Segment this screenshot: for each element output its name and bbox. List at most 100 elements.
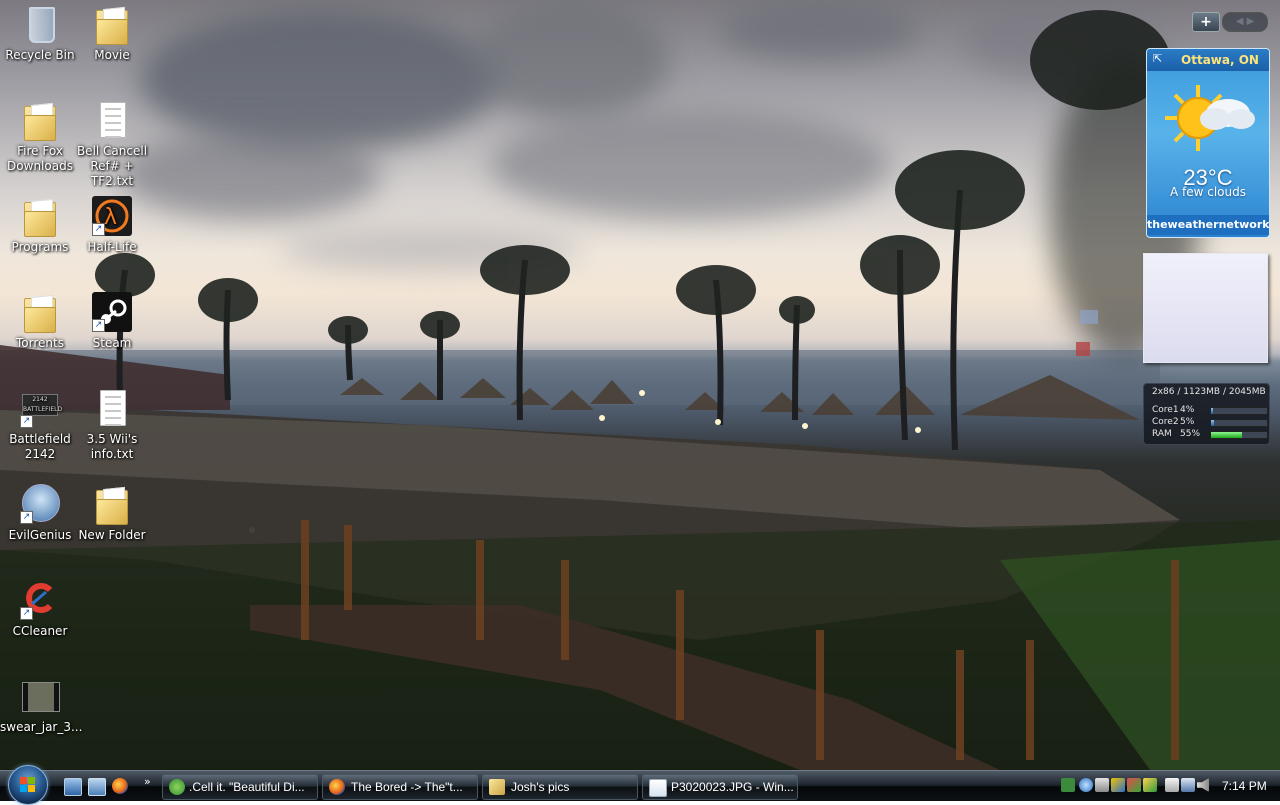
- shortcut-arrow-icon: ↗: [20, 511, 33, 524]
- gallery-icon[interactable]: [1143, 778, 1157, 792]
- meter-bar: [1210, 431, 1268, 439]
- desktop-icon-battlefield-2142[interactable]: 2142 BATTLEFIELD ↗ Battlefield 2142: [0, 388, 80, 462]
- notes-gadget[interactable]: [1143, 253, 1268, 363]
- meter-bar: [1210, 407, 1268, 415]
- desktop-icon-label: Programs: [11, 240, 69, 254]
- desktop-icon-label: Steam: [92, 336, 132, 350]
- update-icon[interactable]: [1079, 778, 1093, 792]
- meter-bar-fill: [1211, 408, 1214, 414]
- meter-bar: [1210, 419, 1268, 427]
- taskbar-button-label: P3020023.JPG - Win...: [671, 780, 794, 794]
- desktop-icon-steam[interactable]: ↗ Steam: [72, 292, 152, 351]
- firefox-icon: [329, 779, 345, 795]
- taskbar-button-label: .Cell it. "Beautiful Di...: [189, 780, 305, 794]
- weather-gadget[interactable]: ⇱ Ottawa, ON 23°C A few clouds theweathe…: [1146, 48, 1270, 238]
- meter-percent: 4%: [1180, 405, 1195, 415]
- text-file-icon: [100, 390, 126, 426]
- desktop-icon-bell-cancell-txt[interactable]: Bell Cancell Ref# + TF2.txt: [72, 100, 152, 189]
- add-gadget-button[interactable]: +: [1192, 12, 1220, 32]
- weather-provider-link[interactable]: theweathernetwork.com: [1147, 215, 1269, 235]
- network-status-icon[interactable]: [1181, 778, 1195, 792]
- taskbar-clock[interactable]: 7:14 PM: [1222, 779, 1267, 793]
- desktop-icon-label: 3.5 Wii's info.txt: [86, 432, 138, 461]
- recycle-bin-icon: [29, 7, 55, 43]
- desktop-icon-ccleaner[interactable]: ↗ CCleaner: [0, 580, 80, 639]
- system-meter-gadget[interactable]: 2x86 / 1123MB / 2045MB Core1 4% Core2 5%…: [1143, 383, 1270, 445]
- gadget-expand-icon[interactable]: ⇱: [1153, 52, 1167, 66]
- shortcut-arrow-icon: ↗: [20, 607, 33, 620]
- text-file-icon: [100, 102, 126, 138]
- sidebar-controls: + ◀ ▶: [1192, 12, 1268, 32]
- desktop-icon-label: Movie: [94, 48, 130, 62]
- taskbar-button-messenger[interactable]: .Cell it. "Beautiful Di...: [162, 774, 318, 800]
- volume-icon[interactable]: [1197, 778, 1209, 792]
- partly-cloudy-icon: [1163, 83, 1255, 153]
- video-thumbnail-icon: [22, 682, 60, 712]
- firefox-icon[interactable]: [112, 778, 128, 794]
- gadget-page-nav[interactable]: ◀ ▶: [1222, 12, 1268, 32]
- meter-row-core1: Core1 4%: [1152, 405, 1268, 416]
- folder-icon: [96, 10, 128, 45]
- svg-text:λ: λ: [104, 205, 117, 230]
- messenger-icon: [169, 779, 185, 795]
- desktop-icon-label: Battlefield 2142: [9, 432, 71, 461]
- shortcut-arrow-icon: ↗: [92, 223, 105, 236]
- shortcut-arrow-icon: ↗: [92, 319, 105, 332]
- desktop-icon-recycle-bin[interactable]: Recycle Bin: [0, 4, 80, 63]
- battlefield-icon: 2142 BATTLEFIELD: [22, 394, 62, 416]
- desktop-icon-evilgenius[interactable]: ↗ EvilGenius: [0, 484, 80, 543]
- meter-bar-fill: [1211, 420, 1214, 426]
- network-icon[interactable]: [1095, 778, 1109, 792]
- folder-icon: [24, 106, 56, 141]
- folder-icon: [24, 202, 56, 237]
- weather-header: ⇱ Ottawa, ON: [1147, 49, 1269, 71]
- security-icon[interactable]: [1111, 778, 1125, 792]
- desktop-icon-movie[interactable]: Movie: [72, 4, 152, 63]
- desktop-icon-label: swear_jar_3...: [0, 720, 83, 734]
- meter-row-core2: Core2 5%: [1152, 417, 1268, 428]
- checkmark-icon[interactable]: [1061, 778, 1075, 792]
- meter-percent: 5%: [1180, 417, 1195, 427]
- meter-summary: 2x86 / 1123MB / 2045MB: [1152, 387, 1266, 397]
- desktop-icon-label: New Folder: [78, 528, 146, 542]
- meter-percent: 55%: [1180, 429, 1201, 439]
- meter-label: Core1: [1152, 405, 1179, 415]
- show-desktop-icon[interactable]: [64, 778, 82, 796]
- desktop-icon-torrents[interactable]: Torrents: [0, 292, 80, 351]
- folder-icon: [96, 490, 128, 525]
- taskbar-button-photo-gallery[interactable]: P3020023.JPG - Win...: [642, 774, 798, 800]
- safely-remove-icon[interactable]: [1165, 778, 1179, 792]
- desktop-icon-label: CCleaner: [12, 624, 68, 638]
- shortcut-arrow-icon: ↗: [20, 415, 33, 428]
- desktop-icon-new-folder[interactable]: New Folder: [72, 484, 152, 543]
- taskbar-button-label: Josh's pics: [511, 780, 570, 794]
- taskbar: » .Cell it. "Beautiful Di... The Bored -…: [0, 765, 1280, 805]
- desktop-icon-label: EvilGenius: [8, 528, 72, 542]
- meter-label: RAM: [1152, 429, 1172, 439]
- windows-logo-icon: [20, 777, 36, 793]
- desktop-icon-label: Fire Fox Downloads: [7, 144, 73, 173]
- desktop-icon-swear-jar-video[interactable]: swear_jar_3...: [0, 676, 83, 735]
- quick-launch-more-button[interactable]: »: [144, 775, 151, 788]
- taskbar-button-joshs-pics[interactable]: Josh's pics: [482, 774, 638, 800]
- desktop-icon-half-life[interactable]: λ ↗ Half-Life: [72, 196, 152, 255]
- start-button[interactable]: [8, 765, 48, 805]
- taskbar-button-firefox[interactable]: The Bored -> The"t...: [322, 774, 478, 800]
- desktop-icon-label: Torrents: [16, 336, 64, 350]
- folder-icon: [489, 779, 505, 795]
- program-icon[interactable]: [1127, 778, 1141, 792]
- weather-condition: A few clouds: [1169, 185, 1246, 199]
- meter-bar-fill: [1211, 432, 1242, 438]
- desktop-icon-firefox-downloads[interactable]: Fire Fox Downloads: [0, 100, 80, 174]
- folder-icon: [24, 298, 56, 333]
- weather-city: Ottawa, ON: [1181, 53, 1259, 67]
- desktop-icon-wii-info-txt[interactable]: 3.5 Wii's info.txt: [72, 388, 152, 462]
- meter-label: Core2: [1152, 417, 1179, 427]
- meter-row-ram: RAM 55%: [1152, 429, 1268, 440]
- desktop-icon-label: Bell Cancell Ref# + TF2.txt: [76, 144, 148, 188]
- beach-scene: [0, 10, 1280, 770]
- desktop-icon-label: Recycle Bin: [5, 48, 75, 62]
- photo-gallery-icon: [649, 779, 667, 797]
- desktop-icon-programs[interactable]: Programs: [0, 196, 80, 255]
- switch-windows-icon[interactable]: [88, 778, 106, 796]
